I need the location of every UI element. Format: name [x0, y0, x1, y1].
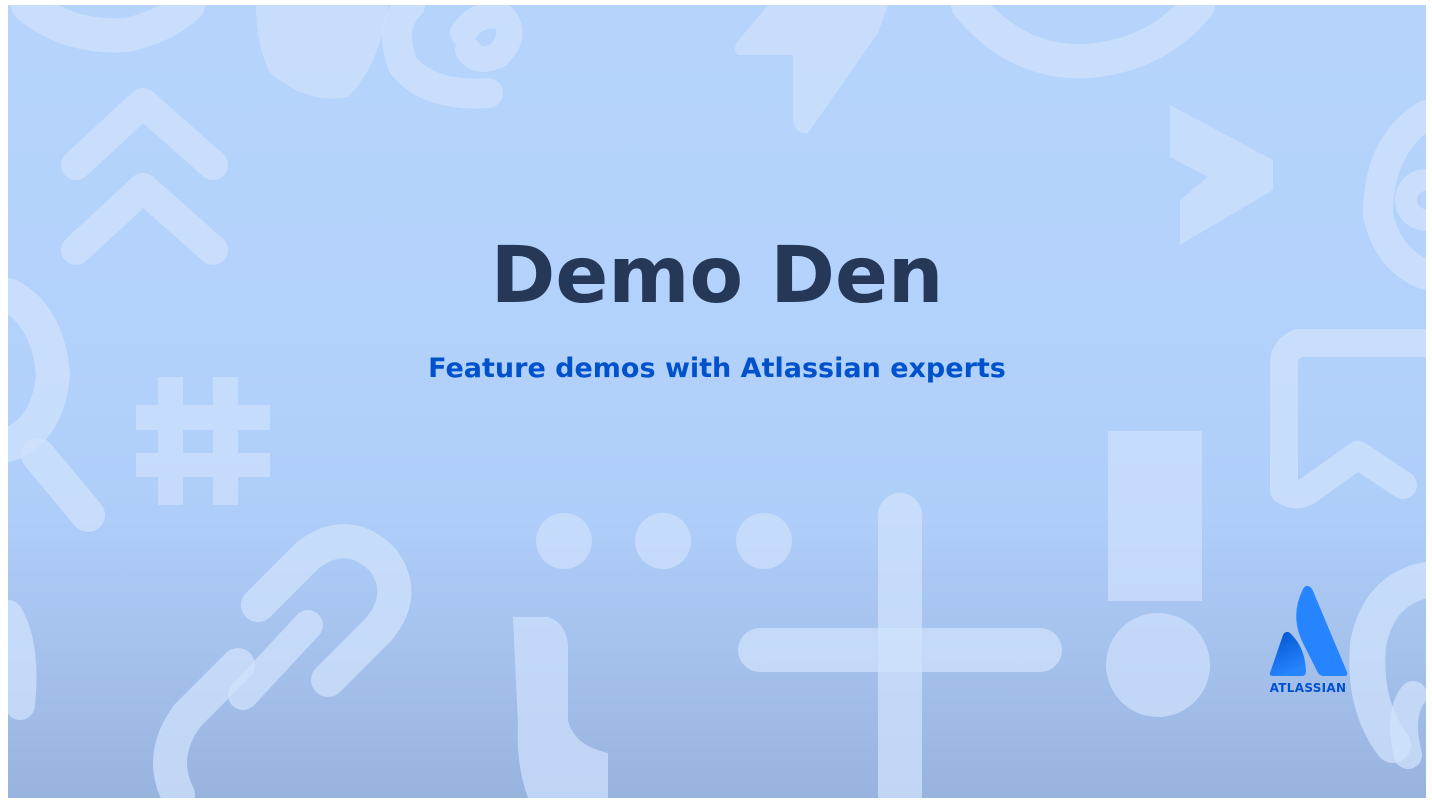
- atlassian-wordmark: ATLASSIAN: [1269, 681, 1347, 695]
- lightning-bolt-icon: [735, 5, 888, 134]
- hashtag-icon: [136, 377, 270, 505]
- title-slide: Demo Den Feature demos with Atlassian ex…: [8, 5, 1426, 798]
- bottom-right-ring-icon: [1349, 562, 1426, 769]
- ellipsis-icon: [536, 513, 792, 569]
- at-sign-icon: [381, 5, 523, 109]
- link-icon: [153, 524, 412, 798]
- atlassian-logo-icon: [1269, 585, 1348, 676]
- exclamation-icon: [1106, 431, 1210, 717]
- top-left-ring-icon: [11, 5, 205, 53]
- play-arrow-icon: [1170, 105, 1273, 245]
- bottom-left-arc-icon: [8, 600, 37, 720]
- plus-icon: [738, 493, 1062, 798]
- chat-bubble-icon: [256, 5, 388, 99]
- slide-subtitle: Feature demos with Atlassian experts: [428, 353, 1006, 384]
- background-icon-pattern: [8, 5, 1426, 798]
- atlassian-logo: ATLASSIAN: [1256, 585, 1360, 705]
- presentation-frame: Demo Den Feature demos with Atlassian ex…: [0, 0, 1432, 803]
- curly-brace-icon: [513, 617, 608, 798]
- slide-title: Demo Den: [490, 231, 944, 321]
- top-ring-icon: [951, 5, 1215, 79]
- search-icon: [8, 278, 105, 532]
